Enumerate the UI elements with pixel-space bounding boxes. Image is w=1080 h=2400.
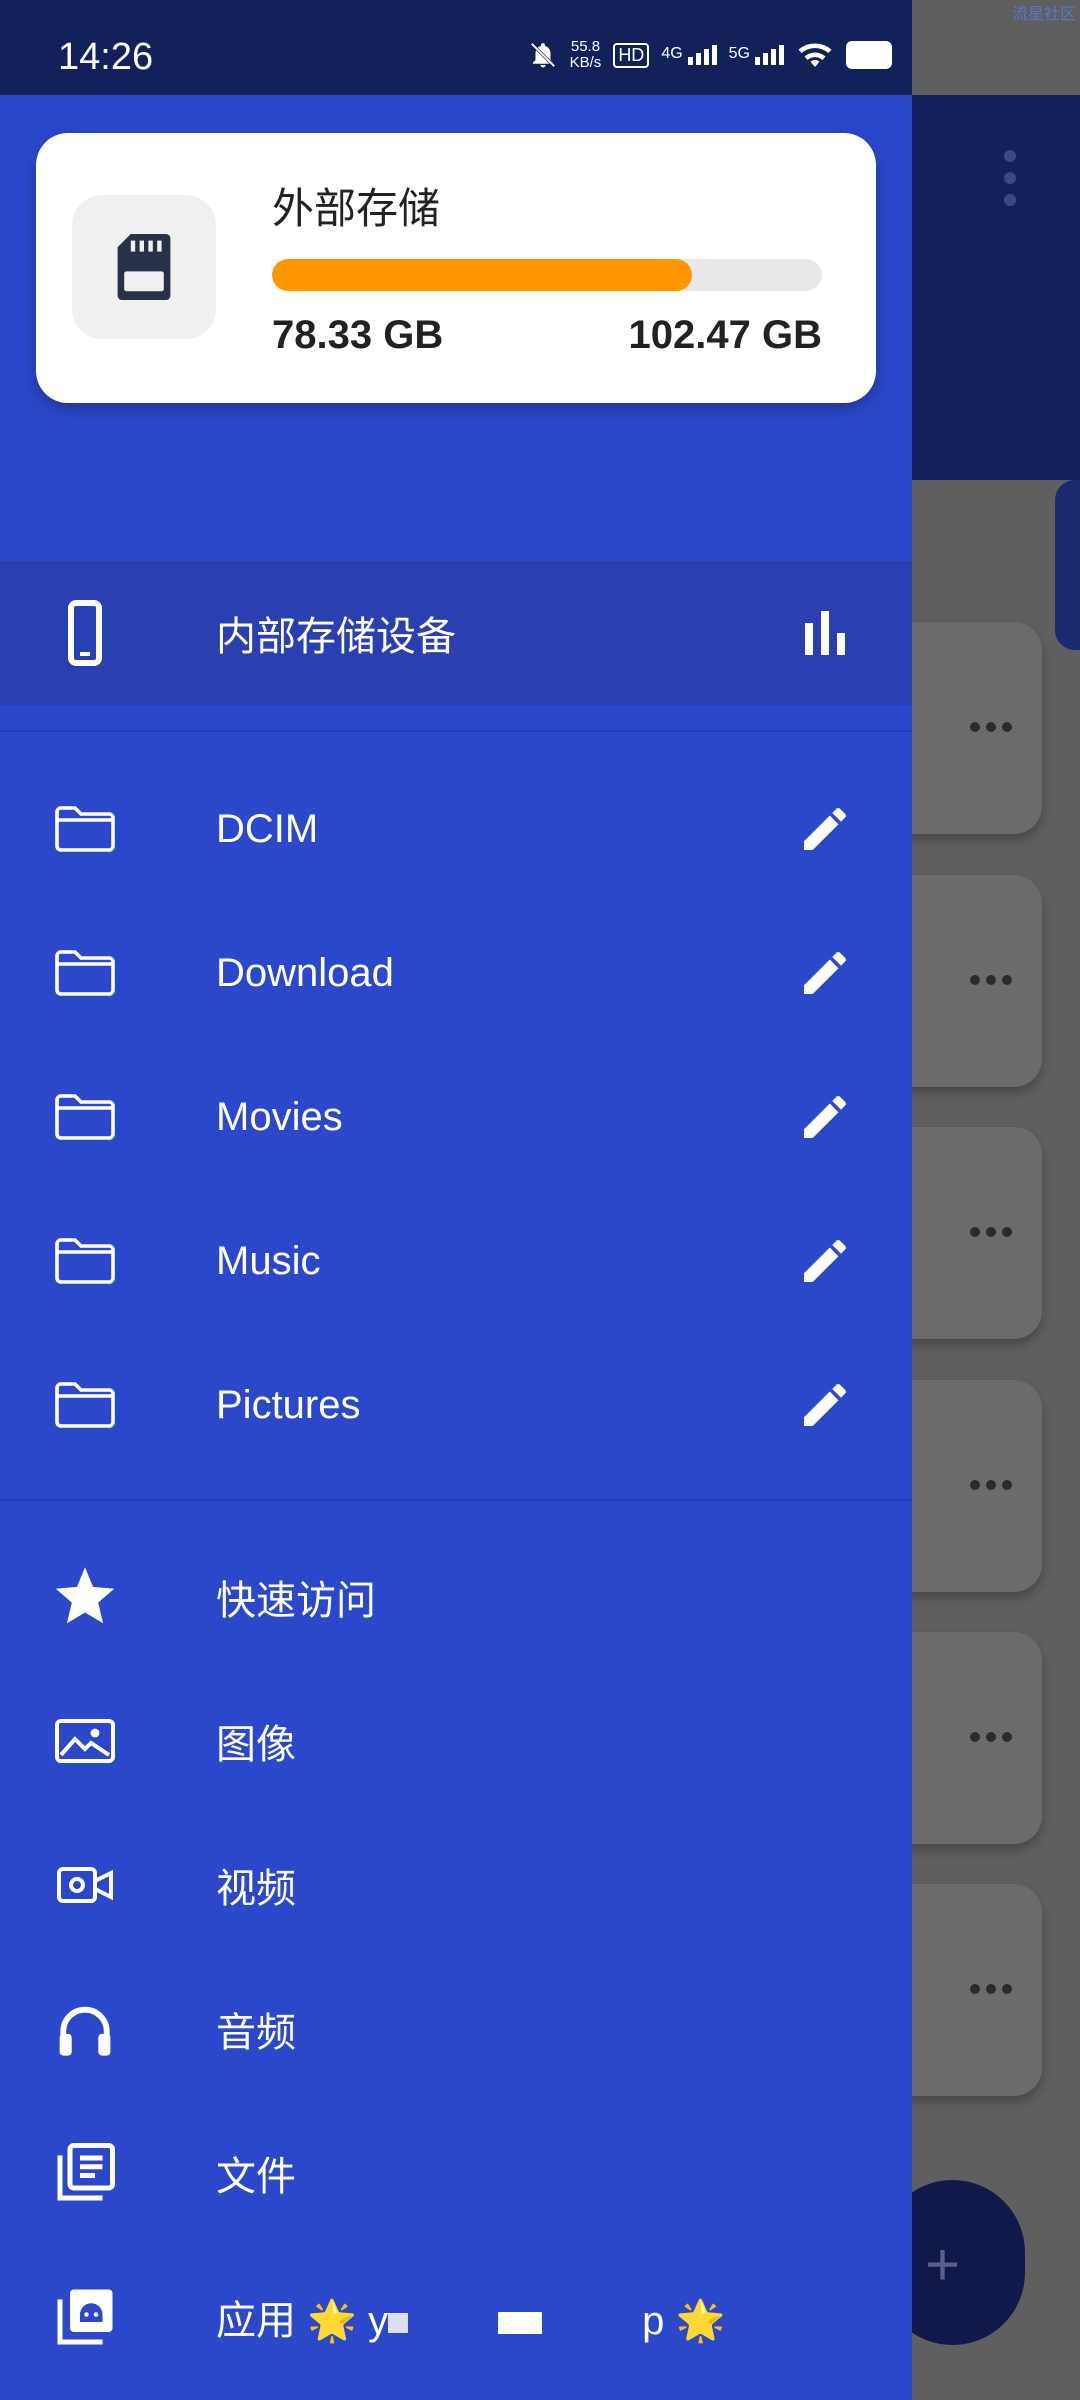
watermark-text: 流星社区 — [1011, 6, 1076, 23]
drawer-item-label: 内部存储设备 — [216, 615, 456, 659]
folder-icon — [50, 1045, 120, 1189]
storage-progress-fill — [272, 259, 693, 291]
more-icon[interactable] — [970, 1227, 1012, 1237]
drawer-item-label: Movies — [216, 1094, 343, 1139]
video-icon — [50, 1813, 120, 1957]
drawer-item-folder[interactable]: Movies — [0, 1045, 912, 1189]
sd-card-tile — [72, 195, 216, 339]
external-storage-card[interactable]: 外部存储 78.33 GB 102.47 GB — [36, 133, 876, 403]
redacted-text — [388, 2313, 409, 2334]
drawer-item-internal-storage[interactable]: 内部存储设备 — [0, 561, 912, 705]
hd-badge: HD — [613, 42, 650, 68]
status-icons: 55.8 KB/s HD 4G 5G — [528, 38, 892, 72]
android-apps-icon — [50, 2245, 120, 2389]
drawer-item-label: 音频 — [216, 2011, 296, 2055]
divider — [0, 1499, 912, 1501]
redacted-text — [498, 2312, 543, 2335]
drawer-item-label: 图像 — [216, 1723, 296, 1767]
redacted-text — [408, 2311, 498, 2335]
storage-progress-bar — [272, 259, 822, 291]
wifi-icon — [798, 43, 832, 67]
drawer-item-label: 应用 🌟 yp 🌟 — [216, 2299, 726, 2343]
drawer-item-folder[interactable]: Pictures — [0, 1333, 912, 1477]
documents-icon — [50, 2101, 120, 2245]
more-icon[interactable] — [970, 1480, 1012, 1490]
drawer-item-folder[interactable]: Music — [0, 1189, 912, 1333]
bell-off-icon — [530, 42, 555, 68]
battery-icon — [846, 41, 892, 69]
network-speed: 55.8 KB/s — [569, 38, 602, 71]
folder-icon — [50, 1189, 120, 1333]
drawer-item-label: Music — [216, 1238, 321, 1283]
divider — [0, 730, 912, 732]
drawer-item-label: DCIM — [216, 806, 319, 851]
redacted-text — [542, 2311, 642, 2335]
drawer-item-videos[interactable]: 视频 — [0, 1813, 912, 1957]
bar-chart-icon[interactable] — [790, 561, 860, 705]
image-icon — [50, 1669, 120, 1813]
overflow-menu-icon[interactable] — [1000, 150, 1020, 210]
status-bar: 14:26 55.8 KB/s HD 4G 5G — [0, 0, 912, 95]
more-icon[interactable] — [970, 975, 1012, 985]
drawer-item-label: 视频 — [216, 1867, 296, 1911]
folder-icon — [50, 1333, 120, 1477]
edit-pencil-icon[interactable] — [790, 1189, 860, 1333]
phone-icon — [50, 561, 120, 705]
signal-4g-icon: 4G — [661, 45, 717, 65]
storage-total: 102.47 GB — [628, 313, 822, 357]
drawer-item-audio[interactable]: 音频 — [0, 1957, 912, 2101]
folder-icon — [50, 757, 120, 901]
more-icon[interactable] — [970, 722, 1012, 732]
background-tab-edge — [1055, 480, 1080, 650]
storage-used: 78.33 GB — [272, 313, 444, 357]
plus-icon: + — [925, 2231, 961, 2298]
edit-pencil-icon[interactable] — [790, 901, 860, 1045]
drawer-item-apps[interactable]: 应用 🌟 yp 🌟 — [0, 2245, 912, 2389]
drawer-item-label: Pictures — [216, 1382, 361, 1427]
sd-card-icon — [117, 234, 171, 300]
drawer-item-folder[interactable]: Download — [0, 901, 912, 1045]
edit-pencil-icon[interactable] — [790, 1045, 860, 1189]
more-icon[interactable] — [970, 1984, 1012, 1994]
drawer-item-label: 文件 — [216, 2155, 296, 2199]
more-icon[interactable] — [970, 1732, 1012, 1742]
folder-icon — [50, 901, 120, 1045]
edit-pencil-icon[interactable] — [790, 757, 860, 901]
drawer-item-label: 快速访问 — [216, 1579, 376, 1623]
drawer-item-quick-access[interactable]: 快速访问 — [0, 1525, 912, 1669]
star-icon — [50, 1525, 120, 1669]
edit-pencil-icon[interactable] — [790, 1333, 860, 1477]
signal-5g-icon: 5G — [729, 45, 784, 65]
drawer-item-images[interactable]: 图像 — [0, 1669, 912, 1813]
drawer-item-label: Download — [216, 950, 394, 995]
navigation-drawer: 外部存储 78.33 GB 102.47 GB 内部存储设备 DCIM Down… — [0, 95, 912, 2400]
storage-title: 外部存储 — [272, 185, 441, 232]
drawer-item-documents[interactable]: 文件 — [0, 2101, 912, 2245]
headphones-icon — [50, 1957, 120, 2101]
status-time: 14:26 — [58, 36, 154, 78]
drawer-item-folder[interactable]: DCIM — [0, 757, 912, 901]
